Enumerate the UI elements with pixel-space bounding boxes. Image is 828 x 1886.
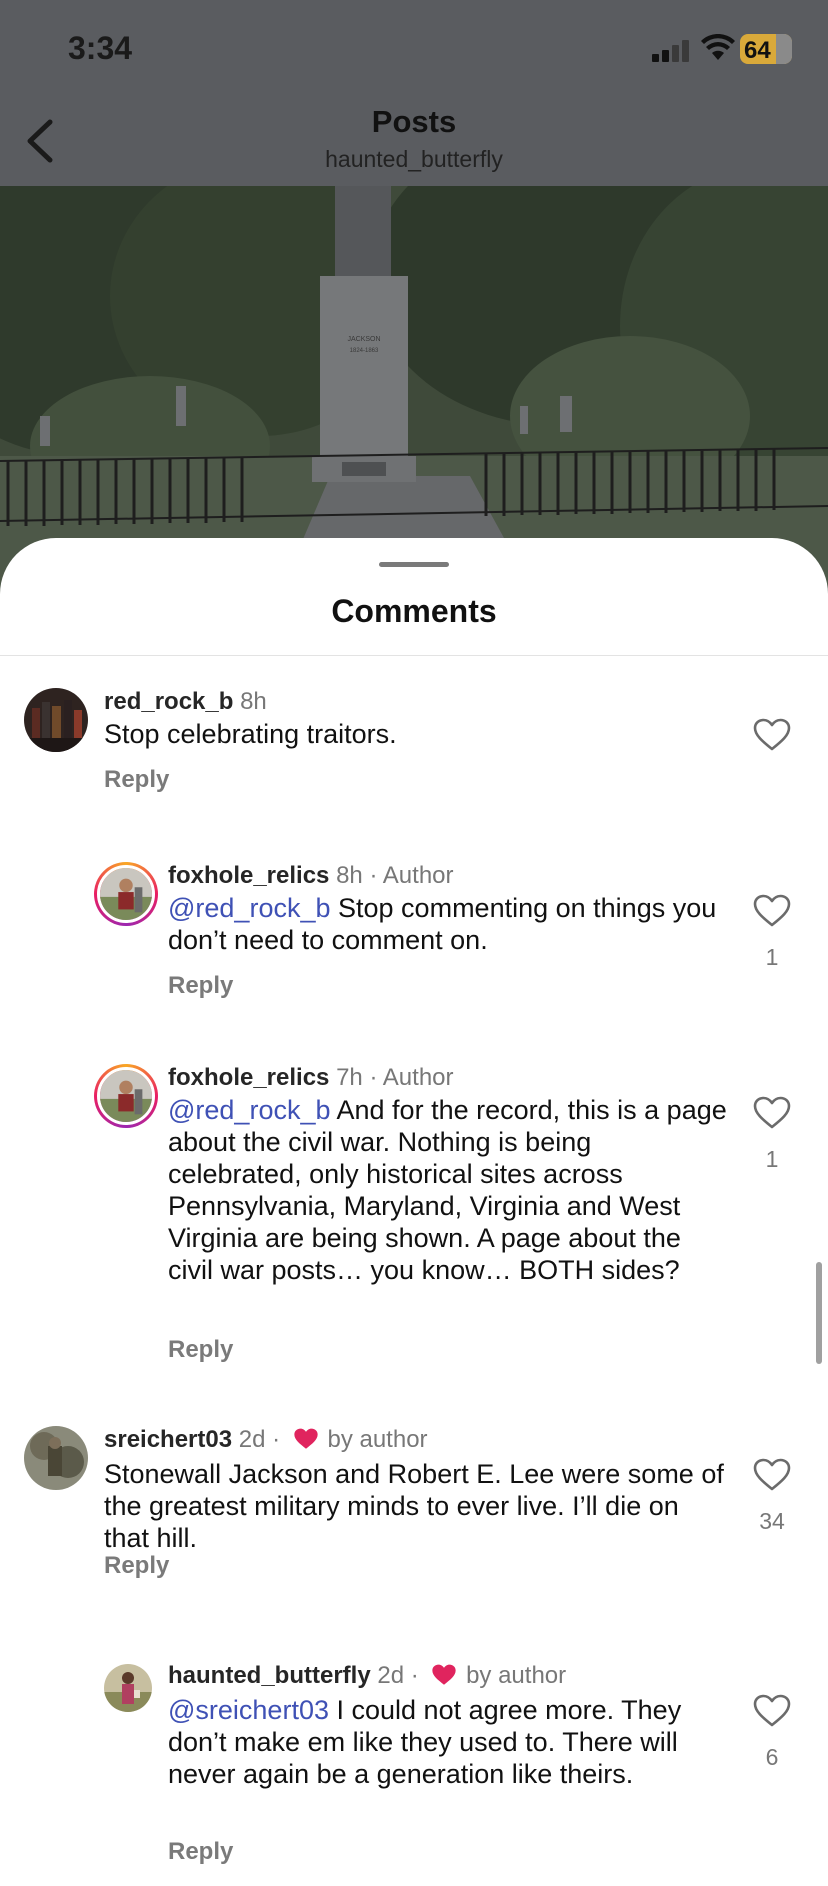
sheet-divider — [0, 655, 828, 656]
mention-link[interactable]: @red_rock_b — [168, 1095, 331, 1125]
like-heart-icon[interactable] — [752, 1694, 792, 1728]
reply-button[interactable]: Reply — [104, 766, 169, 794]
monument-years: 1824-1863 — [350, 348, 379, 354]
like-count: 1 — [765, 1146, 779, 1172]
comment-username[interactable]: foxhole_relics — [168, 1064, 329, 1091]
status-time: 3:34 — [68, 30, 133, 66]
comment-time: 2d · — [377, 1662, 419, 1689]
avatar[interactable] — [24, 688, 88, 752]
reply-button[interactable]: Reply — [168, 1838, 233, 1866]
page-title: Posts — [371, 104, 457, 139]
comment-time: 8h — [240, 688, 267, 715]
reply-button[interactable]: Reply — [104, 1552, 169, 1580]
battery-icon: 64 — [740, 34, 792, 64]
comment-time: 2d · — [238, 1426, 281, 1453]
scrollbar[interactable] — [816, 1262, 822, 1364]
comment-text: @red_rock_b And for the record, this is … — [168, 1094, 728, 1286]
post-header: Posts haunted_butterfly — [0, 100, 828, 186]
comment-time: 7h — [336, 1064, 363, 1091]
comment-time: 8h — [336, 862, 363, 889]
avatar[interactable] — [24, 1426, 88, 1490]
like-heart-icon[interactable] — [752, 1096, 792, 1130]
like-heart-icon[interactable] — [752, 894, 792, 928]
avatar[interactable] — [94, 862, 158, 926]
sheet-drag-handle[interactable] — [379, 562, 449, 567]
comments-sheet: Comments red_rock_b 8h Stop celebrating … — [0, 538, 828, 1886]
monument-inscription: JACKSON — [347, 336, 380, 343]
liked-by-author-heart-icon — [294, 1428, 318, 1449]
reply-button[interactable]: Reply — [168, 1336, 233, 1364]
battery-level: 64 — [744, 37, 771, 64]
comment-text: Stonewall Jackson and Robert E. Lee were… — [104, 1458, 724, 1554]
like-heart-icon[interactable] — [752, 1458, 792, 1492]
author-tag: · Author — [369, 862, 454, 889]
comment-username[interactable]: foxhole_relics — [168, 862, 329, 889]
mention-link[interactable]: @sreichert03 — [168, 1695, 329, 1725]
like-count: 6 — [765, 1744, 779, 1770]
reply-button[interactable]: Reply — [168, 972, 233, 1000]
comment-username[interactable]: sreichert03 — [104, 1426, 232, 1453]
wifi-icon — [701, 34, 735, 60]
liked-by-label: by author — [466, 1662, 567, 1689]
comments-title: Comments — [331, 593, 497, 629]
comment-text: Stop celebrating traitors. — [104, 718, 704, 750]
status-bar: 3:34 64 — [0, 0, 828, 100]
liked-by-author-heart-icon — [432, 1664, 457, 1685]
cellular-signal-icon — [652, 38, 692, 62]
comment-username[interactable]: red_rock_b — [104, 688, 233, 715]
comment-body: Stonewall Jackson and Robert E. Lee were… — [104, 1459, 724, 1553]
mention-link[interactable]: @red_rock_b — [168, 893, 331, 923]
like-count: 1 — [765, 944, 779, 970]
avatar[interactable] — [104, 1664, 152, 1712]
comment-text: @sreichert03 I could not agree more. The… — [168, 1694, 728, 1790]
comment-body: Stop celebrating traitors. — [104, 719, 397, 749]
like-heart-icon[interactable] — [752, 718, 792, 752]
page-subtitle-username[interactable]: haunted_butterfly — [0, 146, 828, 173]
like-count: 34 — [759, 1508, 785, 1534]
liked-by-label: by author — [327, 1426, 428, 1453]
avatar[interactable] — [94, 1064, 158, 1128]
comment-username[interactable]: haunted_butterfly — [168, 1662, 371, 1689]
author-tag: · Author — [369, 1064, 454, 1091]
comment-text: @red_rock_b Stop commenting on things yo… — [168, 892, 728, 956]
